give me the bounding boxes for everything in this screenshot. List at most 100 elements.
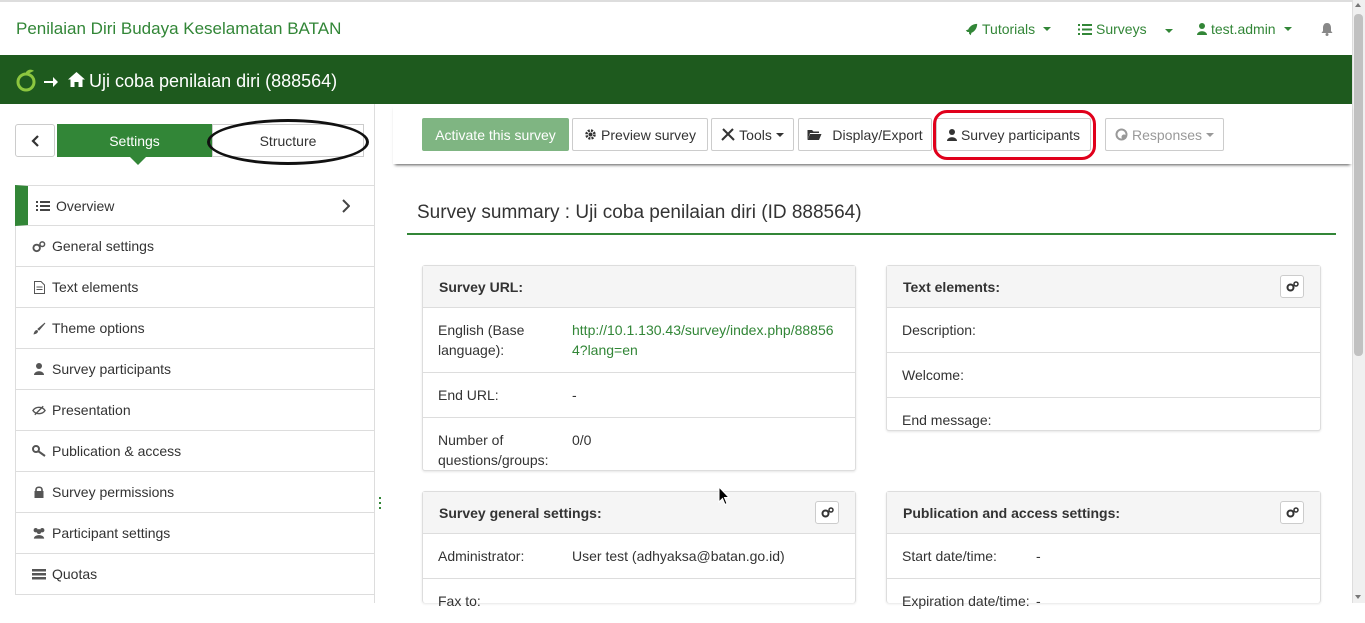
row-label: English (Base language):	[438, 322, 525, 358]
sidebar-item-label: Text elements	[52, 279, 139, 295]
user-menu[interactable]: test.admin	[1197, 21, 1292, 37]
row-label: End message:	[902, 412, 992, 428]
edit-text-elements-button[interactable]	[1280, 275, 1304, 298]
panel-heading: Publication and access settings:	[887, 492, 1320, 534]
panel-heading: Survey URL:	[423, 266, 855, 308]
key-icon	[32, 444, 46, 458]
folder-open-icon	[807, 129, 822, 140]
sidebar-item-label: Overview	[56, 197, 115, 214]
collapse-sidebar-button[interactable]	[15, 124, 55, 157]
tab-settings[interactable]: Settings	[57, 124, 212, 165]
row-label: Welcome:	[902, 367, 964, 383]
list-icon	[36, 199, 50, 213]
panel-heading: Survey general settings:	[423, 492, 855, 534]
sidebar-item-survey-permissions[interactable]: Survey permissions	[15, 472, 375, 513]
row-label: Fax to:	[438, 593, 481, 609]
sidebar-item-label: Participant settings	[52, 525, 171, 541]
publication-access-panel: Publication and access settings: Start d…	[886, 491, 1321, 609]
survey-participants-button[interactable]: Survey participants	[936, 118, 1091, 151]
sidebar: Settings Structure Overview General sett…	[0, 104, 375, 603]
table-row: Welcome:	[887, 353, 1320, 398]
table-row: Description:	[887, 308, 1320, 353]
survey-participants-label: Survey participants	[960, 126, 1081, 143]
row-value	[1036, 410, 1305, 430]
limesurvey-logo-icon[interactable]	[14, 69, 38, 93]
user-icon	[1197, 23, 1207, 35]
sidebar-item-overview[interactable]: Overview	[15, 185, 375, 226]
title-divider	[407, 233, 1336, 235]
row-value: User test (adhyaksa@batan.go.id)	[572, 548, 785, 564]
panel-heading-label: Survey general settings:	[439, 504, 602, 521]
sidebar-item-quotas[interactable]: Quotas	[15, 554, 375, 595]
page-scrollbar-thumb[interactable]	[1354, 14, 1363, 356]
row-value: -	[1036, 548, 1041, 564]
sidebar-item-survey-participants[interactable]: Survey participants	[15, 349, 375, 390]
page-title: Survey summary : Uji coba penilaian diri…	[417, 202, 862, 223]
sidebar-item-general-settings[interactable]: General settings	[15, 226, 375, 267]
gear-icon	[585, 129, 596, 140]
gears-icon	[1286, 281, 1299, 292]
edit-publication-settings-button[interactable]	[1280, 501, 1304, 524]
row-value: -	[1036, 593, 1041, 609]
paint-brush-icon	[32, 321, 46, 335]
table-row: End message:	[887, 398, 1320, 442]
user-icon	[32, 362, 46, 376]
row-label: Number of questions/groups:	[438, 432, 549, 468]
row-label: Start date/time:	[902, 548, 997, 564]
row-label: Administrator:	[438, 548, 525, 564]
eye-slash-icon	[32, 403, 46, 417]
sidebar-resize-handle-icon[interactable]	[379, 497, 381, 509]
caret-down-icon	[775, 132, 784, 137]
panel-heading: Text elements:	[887, 266, 1320, 308]
scroll-up-arrow-icon[interactable]	[1355, 3, 1361, 7]
panel-heading-label: Publication and access settings:	[903, 504, 1121, 521]
table-row: Fax to:	[423, 579, 855, 623]
table-row: End URL: -	[423, 373, 855, 418]
top-navbar: Penilaian Diri Budaya Keselamatan BATAN …	[0, 0, 1352, 55]
tools-dropdown-button[interactable]: Tools	[711, 118, 794, 151]
chevron-right-icon	[342, 199, 350, 213]
preview-survey-button[interactable]: Preview survey	[572, 118, 708, 151]
display-export-button[interactable]: Display/Export	[798, 118, 932, 151]
caret-down-icon	[1043, 27, 1052, 31]
responses-icon	[1115, 128, 1128, 141]
survey-header-bar: Uji coba penilaian diri (888564)	[0, 55, 1352, 104]
row-label: Expiration date/time:	[902, 593, 1030, 609]
tutorials-menu[interactable]: Tutorials	[965, 21, 1052, 37]
responses-dropdown-button[interactable]: Responses	[1105, 118, 1224, 151]
sidebar-item-label: General settings	[52, 238, 154, 254]
row-value	[1036, 320, 1305, 340]
user-icon	[946, 128, 957, 141]
bell-icon[interactable]	[1320, 22, 1334, 36]
row-label: End URL:	[438, 387, 499, 403]
survey-url-link[interactable]: http://10.1.130.43/survey/index.php/8885…	[572, 320, 840, 360]
gears-icon	[821, 507, 834, 518]
row-value	[1036, 365, 1305, 385]
sidebar-item-presentation[interactable]: Presentation	[15, 390, 375, 431]
tab-structure[interactable]: Structure	[212, 124, 364, 157]
responses-label: Responses	[1131, 126, 1203, 143]
sidebar-item-label: Survey participants	[52, 361, 172, 377]
tasks-icon	[32, 567, 46, 581]
activate-survey-button[interactable]: Activate this survey	[422, 118, 569, 151]
rocket-icon	[965, 23, 978, 35]
general-settings-panel: Survey general settings: Administrator: U…	[422, 491, 856, 609]
lock-icon	[32, 485, 46, 499]
row-label: Description:	[902, 322, 976, 338]
sidebar-item-label: Presentation	[52, 402, 131, 418]
caret-down-icon	[1206, 132, 1215, 137]
sidebar-item-text-elements[interactable]: Text elements	[15, 267, 375, 308]
edit-general-settings-button[interactable]	[815, 501, 839, 524]
home-icon[interactable]	[68, 72, 85, 87]
site-brand[interactable]: Penilaian Diri Budaya Keselamatan BATAN	[16, 19, 341, 39]
caret-down-icon	[1283, 27, 1292, 31]
scroll-down-arrow-icon[interactable]	[1355, 595, 1361, 599]
username-label: test.admin	[1211, 21, 1276, 37]
sidebar-item-publication-access[interactable]: Publication & access	[15, 431, 375, 472]
sidebar-item-label: Theme options	[52, 320, 145, 336]
sidebar-item-theme-options[interactable]: Theme options	[15, 308, 375, 349]
survey-title: Uji coba penilaian diri (888564)	[89, 71, 338, 91]
sidebar-item-participant-settings[interactable]: Participant settings	[15, 513, 375, 554]
surveys-dropdown-caret-icon[interactable]	[1165, 29, 1173, 33]
surveys-menu[interactable]: Surveys	[1078, 21, 1147, 37]
